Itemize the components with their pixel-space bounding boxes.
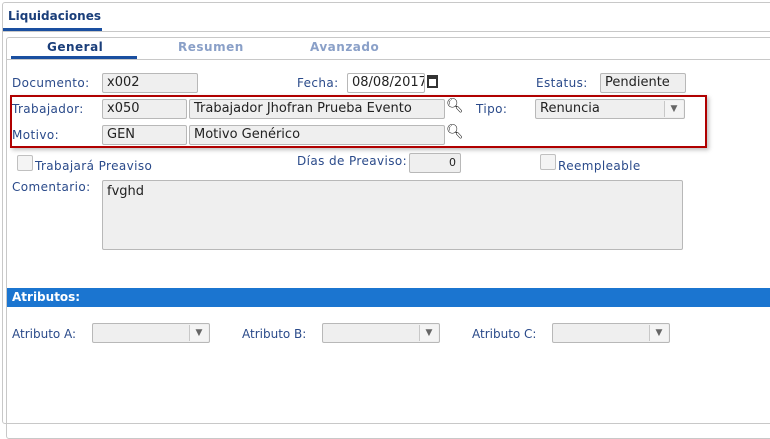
comentario-textarea[interactable]: fvghd	[102, 180, 683, 250]
fecha-label: Fecha:	[297, 76, 339, 90]
divider	[3, 31, 770, 32]
tipo-select[interactable]: Renuncia ▼	[535, 99, 685, 119]
tipo-value: Renuncia	[540, 101, 600, 116]
tab-resumen[interactable]: Resumen	[178, 40, 244, 54]
atributo-a-label: Atributo A:	[12, 327, 77, 341]
dias-preaviso-field[interactable]: 0	[409, 153, 461, 173]
fecha-field[interactable]: 08/08/2017	[347, 73, 425, 93]
motivo-name-field: Motivo Genérico	[189, 125, 445, 145]
trabajador-code-field[interactable]: x050	[102, 99, 187, 119]
motivo-label: Motivo:	[12, 128, 60, 142]
search-icon[interactable]: 🔍︎	[446, 124, 464, 140]
documento-field[interactable]: x002	[102, 73, 198, 93]
reempleable-checkbox[interactable]	[540, 154, 556, 170]
estatus-field: Pendiente	[600, 73, 686, 93]
motivo-code-field[interactable]: GEN	[102, 125, 187, 145]
comentario-label: Comentario:	[12, 180, 91, 194]
chevron-down-icon: ▼	[189, 325, 208, 341]
chevron-down-icon: ▼	[419, 325, 438, 341]
atributo-c-select[interactable]: ▼	[552, 323, 670, 343]
calendar-icon[interactable]	[427, 75, 438, 88]
trabajara-preaviso-label: Trabajará Preaviso	[35, 159, 153, 173]
atributo-a-select[interactable]: ▼	[92, 323, 210, 343]
tab-general[interactable]: General	[47, 40, 103, 54]
atributo-b-label: Atributo B:	[242, 327, 307, 341]
dias-preaviso-label: Días de Preaviso:	[297, 154, 408, 168]
reempleable-label: Reempleable	[558, 159, 641, 173]
atributo-c-label: Atributo C:	[472, 327, 537, 341]
atributos-header: Atributos:	[7, 288, 770, 307]
trabajador-label: Trabajador:	[12, 102, 84, 116]
trabajara-preaviso-checkbox[interactable]	[17, 155, 33, 171]
estatus-label: Estatus:	[536, 76, 588, 90]
tab-liquidaciones[interactable]: Liquidaciones	[8, 9, 101, 23]
atributo-b-select[interactable]: ▼	[322, 323, 440, 343]
chevron-down-icon: ▼	[664, 101, 683, 117]
documento-label: Documento:	[12, 76, 90, 90]
trabajador-name-field: Trabajador Jhofran Prueba Evento	[189, 99, 445, 119]
tab-avanzado[interactable]: Avanzado	[310, 40, 379, 54]
divider	[7, 59, 770, 60]
chevron-down-icon: ▼	[649, 325, 668, 341]
tipo-label: Tipo:	[476, 102, 508, 116]
search-icon[interactable]: 🔍︎	[446, 98, 464, 114]
